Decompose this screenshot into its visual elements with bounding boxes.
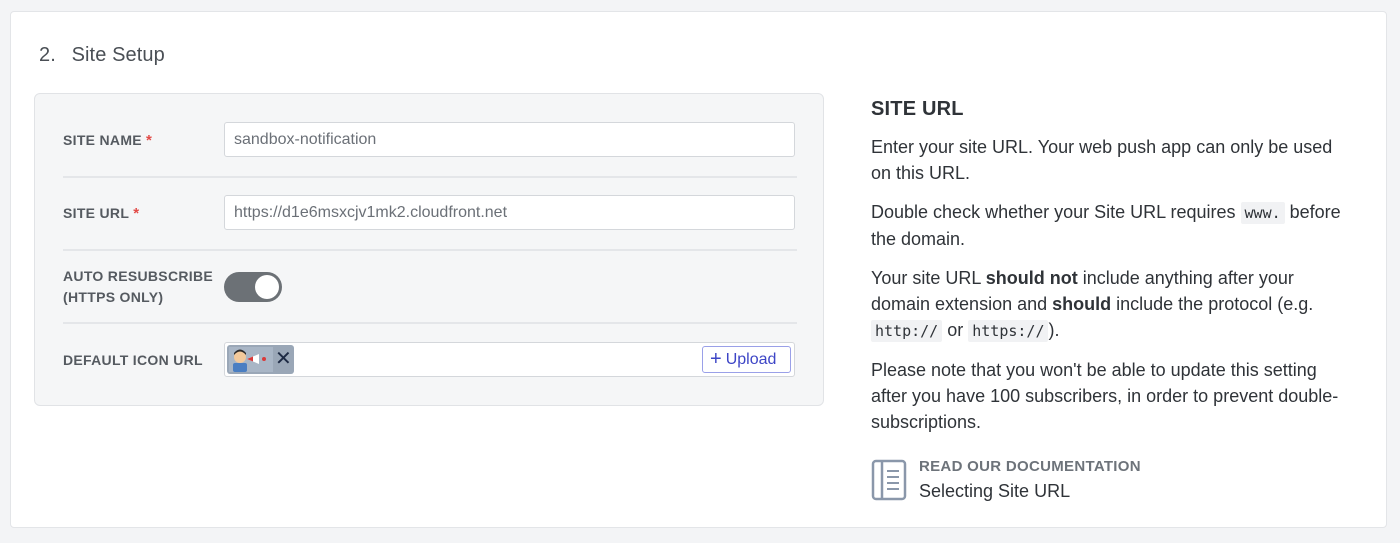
help-text: Your site URL xyxy=(871,268,986,288)
toggle-knob xyxy=(255,275,279,299)
help-text: or xyxy=(942,320,969,340)
default-icon-upload-field: ✕ + Upload xyxy=(224,342,795,377)
upload-button-label: Upload xyxy=(725,351,777,368)
divider xyxy=(63,176,797,178)
site-name-label: SITE NAME * xyxy=(63,130,152,151)
documentation-link[interactable]: READ OUR DOCUMENTATION Selecting Site UR… xyxy=(871,456,1191,506)
required-asterisk: * xyxy=(145,132,153,149)
help-panel: SITE URL Enter your site URL. Your web p… xyxy=(871,96,1341,448)
auto-resubscribe-label-line1: AUTO RESUBSCRIBE xyxy=(63,268,214,284)
help-title: SITE URL xyxy=(871,98,964,120)
divider xyxy=(63,249,797,251)
site-setup-form: SITE NAME * sandbox-notification SITE URL… xyxy=(34,93,824,406)
help-paragraph: Enter your site URL. Your web push app c… xyxy=(871,137,1333,183)
help-text: include the protocol (e.g. xyxy=(1111,294,1314,314)
help-bold: should not xyxy=(985,268,1078,288)
code-http: http:// xyxy=(871,320,943,342)
help-text: Double check whether your Site URL requi… xyxy=(871,202,1241,222)
section-number: 2. xyxy=(39,44,56,66)
default-icon-label: DEFAULT ICON URL xyxy=(63,352,203,368)
help-text: ). xyxy=(1048,320,1060,340)
section-title-text: Site Setup xyxy=(71,44,165,66)
section-title: 2. Site Setup xyxy=(39,44,165,67)
site-url-row: SITE URL * https://d1e6msxcjv1mk2.cloudfr… xyxy=(63,195,797,232)
doc-link-title[interactable]: Selecting Site URL xyxy=(919,481,1070,502)
site-url-label: SITE URL * xyxy=(63,203,139,224)
auto-resubscribe-label: AUTO RESUBSCRIBE (HTTPS ONLY) xyxy=(63,266,213,308)
upload-button[interactable]: + Upload xyxy=(702,346,791,373)
site-setup-card: 2. Site Setup SITE NAME * sandbox-notific… xyxy=(10,11,1387,528)
code-www: www. xyxy=(1240,202,1285,224)
site-name-row: SITE NAME * sandbox-notification xyxy=(63,122,797,159)
site-name-input[interactable]: sandbox-notification xyxy=(224,122,795,157)
help-bold: should xyxy=(1052,294,1112,314)
divider xyxy=(63,322,797,324)
site-url-label-text: SITE URL xyxy=(63,205,130,221)
help-paragraph: Your site URL should not include anythin… xyxy=(871,265,1341,344)
default-icon-row: DEFAULT ICON URL ✕ + Upload xyxy=(63,342,797,379)
icon-thumbnail xyxy=(229,347,273,372)
document-icon xyxy=(871,459,907,501)
auto-resubscribe-row: AUTO RESUBSCRIBE (HTTPS ONLY) xyxy=(63,266,797,310)
auto-resubscribe-label-line2: (HTTPS ONLY) xyxy=(63,289,164,305)
icon-preview-chip: ✕ xyxy=(227,345,294,374)
required-asterisk: * xyxy=(133,205,140,222)
remove-icon[interactable]: ✕ xyxy=(275,348,292,370)
auto-resubscribe-toggle[interactable] xyxy=(224,272,282,302)
site-url-input[interactable]: https://d1e6msxcjv1mk2.cloudfront.net xyxy=(224,195,795,230)
plus-icon: + xyxy=(710,348,722,370)
help-paragraph: Double check whether your Site URL requi… xyxy=(871,199,1341,252)
site-name-label-text: SITE NAME xyxy=(63,132,142,148)
code-https: https:// xyxy=(968,320,1049,342)
doc-link-kicker: READ OUR DOCUMENTATION xyxy=(919,458,1141,475)
help-paragraph: Please note that you won't be able to up… xyxy=(871,360,1339,432)
